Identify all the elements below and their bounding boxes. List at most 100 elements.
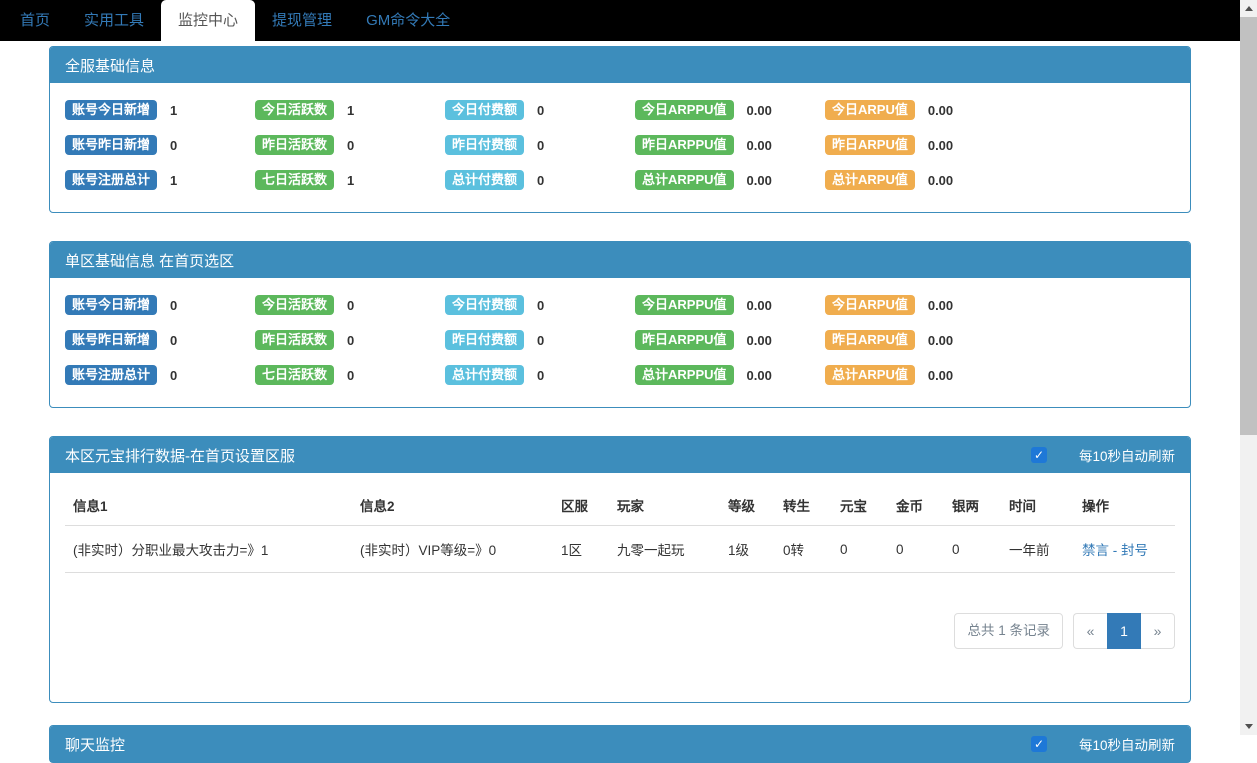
- stat-cell: 昨日付费额 0: [445, 330, 635, 350]
- nav-item-withdraw-management[interactable]: 提现管理: [255, 0, 349, 41]
- panel-bottom-space: [50, 649, 1190, 702]
- nav-item-gm-commands[interactable]: GM命令大全: [349, 0, 467, 41]
- stat-badge-label: 昨日付费额: [445, 330, 524, 350]
- stat-value: 0.00: [928, 368, 953, 383]
- panel-title: 全服基础信息: [65, 55, 155, 76]
- auto-refresh-checkbox[interactable]: ✓: [1031, 447, 1047, 463]
- stat-badge-label: 总计ARPU值: [825, 365, 915, 385]
- col-header-player: 玩家: [609, 485, 720, 526]
- stat-row: 账号今日新增 1 今日活跃数 1 今日付费额 0 今日ARPPU值 0.00: [65, 100, 1175, 120]
- stat-row: 账号今日新增 0 今日活跃数 0 今日付费额 0 今日ARPPU值 0.00: [65, 295, 1175, 315]
- col-header-yuanbao: 元宝: [832, 485, 888, 526]
- stat-value: 0: [537, 298, 544, 313]
- pagination-next-button[interactable]: »: [1141, 613, 1175, 649]
- col-header-rebirth: 转生: [775, 485, 832, 526]
- stat-value: 0: [537, 103, 544, 118]
- table-header-row: 信息1 信息2 区服 玩家 等级 转生 元宝 金币 银两 时间 操作: [65, 485, 1175, 526]
- nav-item-monitor-center[interactable]: 监控中心: [161, 0, 255, 41]
- cell-level: 1级: [720, 526, 775, 573]
- mute-link[interactable]: 禁言: [1082, 543, 1109, 558]
- ranking-table: 信息1 信息2 区服 玩家 等级 转生 元宝 金币 银两 时间 操作: [65, 485, 1175, 573]
- stat-badge-label: 昨日ARPU值: [825, 135, 915, 155]
- stat-cell: 总计ARPU值 0.00: [825, 170, 1015, 190]
- stat-badge-label: 七日活跃数: [255, 170, 334, 190]
- pagination-page-1[interactable]: 1: [1107, 613, 1141, 649]
- stat-value: 0: [170, 298, 177, 313]
- col-header-info1: 信息1: [65, 485, 352, 526]
- stat-value: 0.00: [928, 103, 953, 118]
- stat-value: 0: [537, 333, 544, 348]
- scrollbar-thumb[interactable]: [1240, 17, 1257, 435]
- stat-badge-label: 今日ARPPU值: [635, 295, 734, 315]
- pagination: 总共 1 条记录 « 1 »: [65, 613, 1175, 649]
- stat-badge-label: 账号今日新增: [65, 100, 157, 120]
- stat-cell: 总计付费额 0: [445, 170, 635, 190]
- stat-cell: 总计ARPPU值 0.00: [635, 170, 825, 190]
- stat-badge-label: 昨日ARPPU值: [635, 135, 734, 155]
- stat-value: 1: [170, 103, 177, 118]
- panel-title: 单区基础信息 在首页选区: [65, 250, 234, 271]
- stat-cell: 今日活跃数 0: [255, 295, 445, 315]
- scrollbar: [1240, 0, 1257, 735]
- panel-single-zone-body: 账号今日新增 0 今日活跃数 0 今日付费额 0 今日ARPPU值 0.00: [50, 278, 1190, 407]
- panel-all-server-heading: 全服基础信息: [50, 47, 1190, 83]
- ban-link[interactable]: 封号: [1121, 543, 1148, 558]
- check-icon: ✓: [1034, 737, 1044, 751]
- stat-value: 0: [170, 368, 177, 383]
- stat-cell: 昨日ARPU值 0.00: [825, 135, 1015, 155]
- stat-value: 1: [170, 173, 177, 188]
- cell-server: 1区: [553, 526, 609, 573]
- scroll-up-button[interactable]: [1240, 0, 1257, 17]
- stat-cell: 账号今日新增 0: [65, 295, 255, 315]
- stat-value: 0: [347, 138, 354, 153]
- stat-cell: 账号昨日新增 0: [65, 330, 255, 350]
- stat-cell: 昨日ARPPU值 0.00: [635, 330, 825, 350]
- stat-badge-label: 今日活跃数: [255, 295, 334, 315]
- auto-refresh-label: 每10秒自动刷新: [1079, 734, 1175, 754]
- cell-gold: 0: [888, 526, 944, 573]
- stat-cell: 今日ARPU值 0.00: [825, 100, 1015, 120]
- stat-cell: 账号昨日新增 0: [65, 135, 255, 155]
- stat-badge-label: 账号昨日新增: [65, 135, 157, 155]
- cell-yuanbao: 0: [832, 526, 888, 573]
- stat-badge-label: 今日付费额: [445, 100, 524, 120]
- cell-actions: 禁言 - 封号: [1074, 526, 1175, 573]
- col-header-gold: 金币: [888, 485, 944, 526]
- stat-value: 0.00: [928, 138, 953, 153]
- action-separator: -: [1109, 543, 1121, 558]
- top-navbar: 首页 实用工具 监控中心 提现管理 GM命令大全: [0, 0, 1240, 41]
- stat-value: 0: [537, 368, 544, 383]
- stat-badge-label: 账号注册总计: [65, 170, 157, 190]
- stat-value: 0.00: [747, 103, 772, 118]
- stat-cell: 七日活跃数 0: [255, 365, 445, 385]
- stat-badge-label: 总计ARPPU值: [635, 365, 734, 385]
- pagination-prev-button[interactable]: «: [1073, 613, 1107, 649]
- stat-value: 0.00: [747, 368, 772, 383]
- stat-cell: 今日ARPPU值 0.00: [635, 295, 825, 315]
- panel-title: 本区元宝排行数据-在首页设置区服: [65, 445, 295, 466]
- col-header-server: 区服: [553, 485, 609, 526]
- scroll-up-icon: [1245, 6, 1253, 11]
- stat-badge-label: 账号注册总计: [65, 365, 157, 385]
- stat-badge-label: 总计ARPPU值: [635, 170, 734, 190]
- nav-item-tools[interactable]: 实用工具: [67, 0, 161, 41]
- stat-value: 0.00: [747, 138, 772, 153]
- stat-cell: 昨日ARPU值 0.00: [825, 330, 1015, 350]
- stat-badge-label: 总计付费额: [445, 170, 524, 190]
- stat-badge-label: 昨日活跃数: [255, 330, 334, 350]
- cell-silver: 0: [944, 526, 1001, 573]
- stat-cell: 今日ARPU值 0.00: [825, 295, 1015, 315]
- stat-badge-label: 七日活跃数: [255, 365, 334, 385]
- stat-row: 账号昨日新增 0 昨日活跃数 0 昨日付费额 0 昨日ARPPU值 0.00: [65, 330, 1175, 350]
- col-header-level: 等级: [720, 485, 775, 526]
- auto-refresh-control: ✓ 每10秒自动刷新: [1031, 445, 1175, 465]
- cell-rebirth: 0转: [775, 526, 832, 573]
- nav-item-home[interactable]: 首页: [3, 0, 67, 41]
- stat-row: 账号注册总计 0 七日活跃数 0 总计付费额 0 总计ARPPU值 0.00: [65, 365, 1175, 385]
- scroll-down-button[interactable]: [1240, 718, 1257, 735]
- stat-value: 0: [347, 368, 354, 383]
- cell-time: 一年前: [1001, 526, 1074, 573]
- stat-cell: 账号注册总计 0: [65, 365, 255, 385]
- col-header-info2: 信息2: [352, 485, 553, 526]
- auto-refresh-checkbox[interactable]: ✓: [1031, 736, 1047, 752]
